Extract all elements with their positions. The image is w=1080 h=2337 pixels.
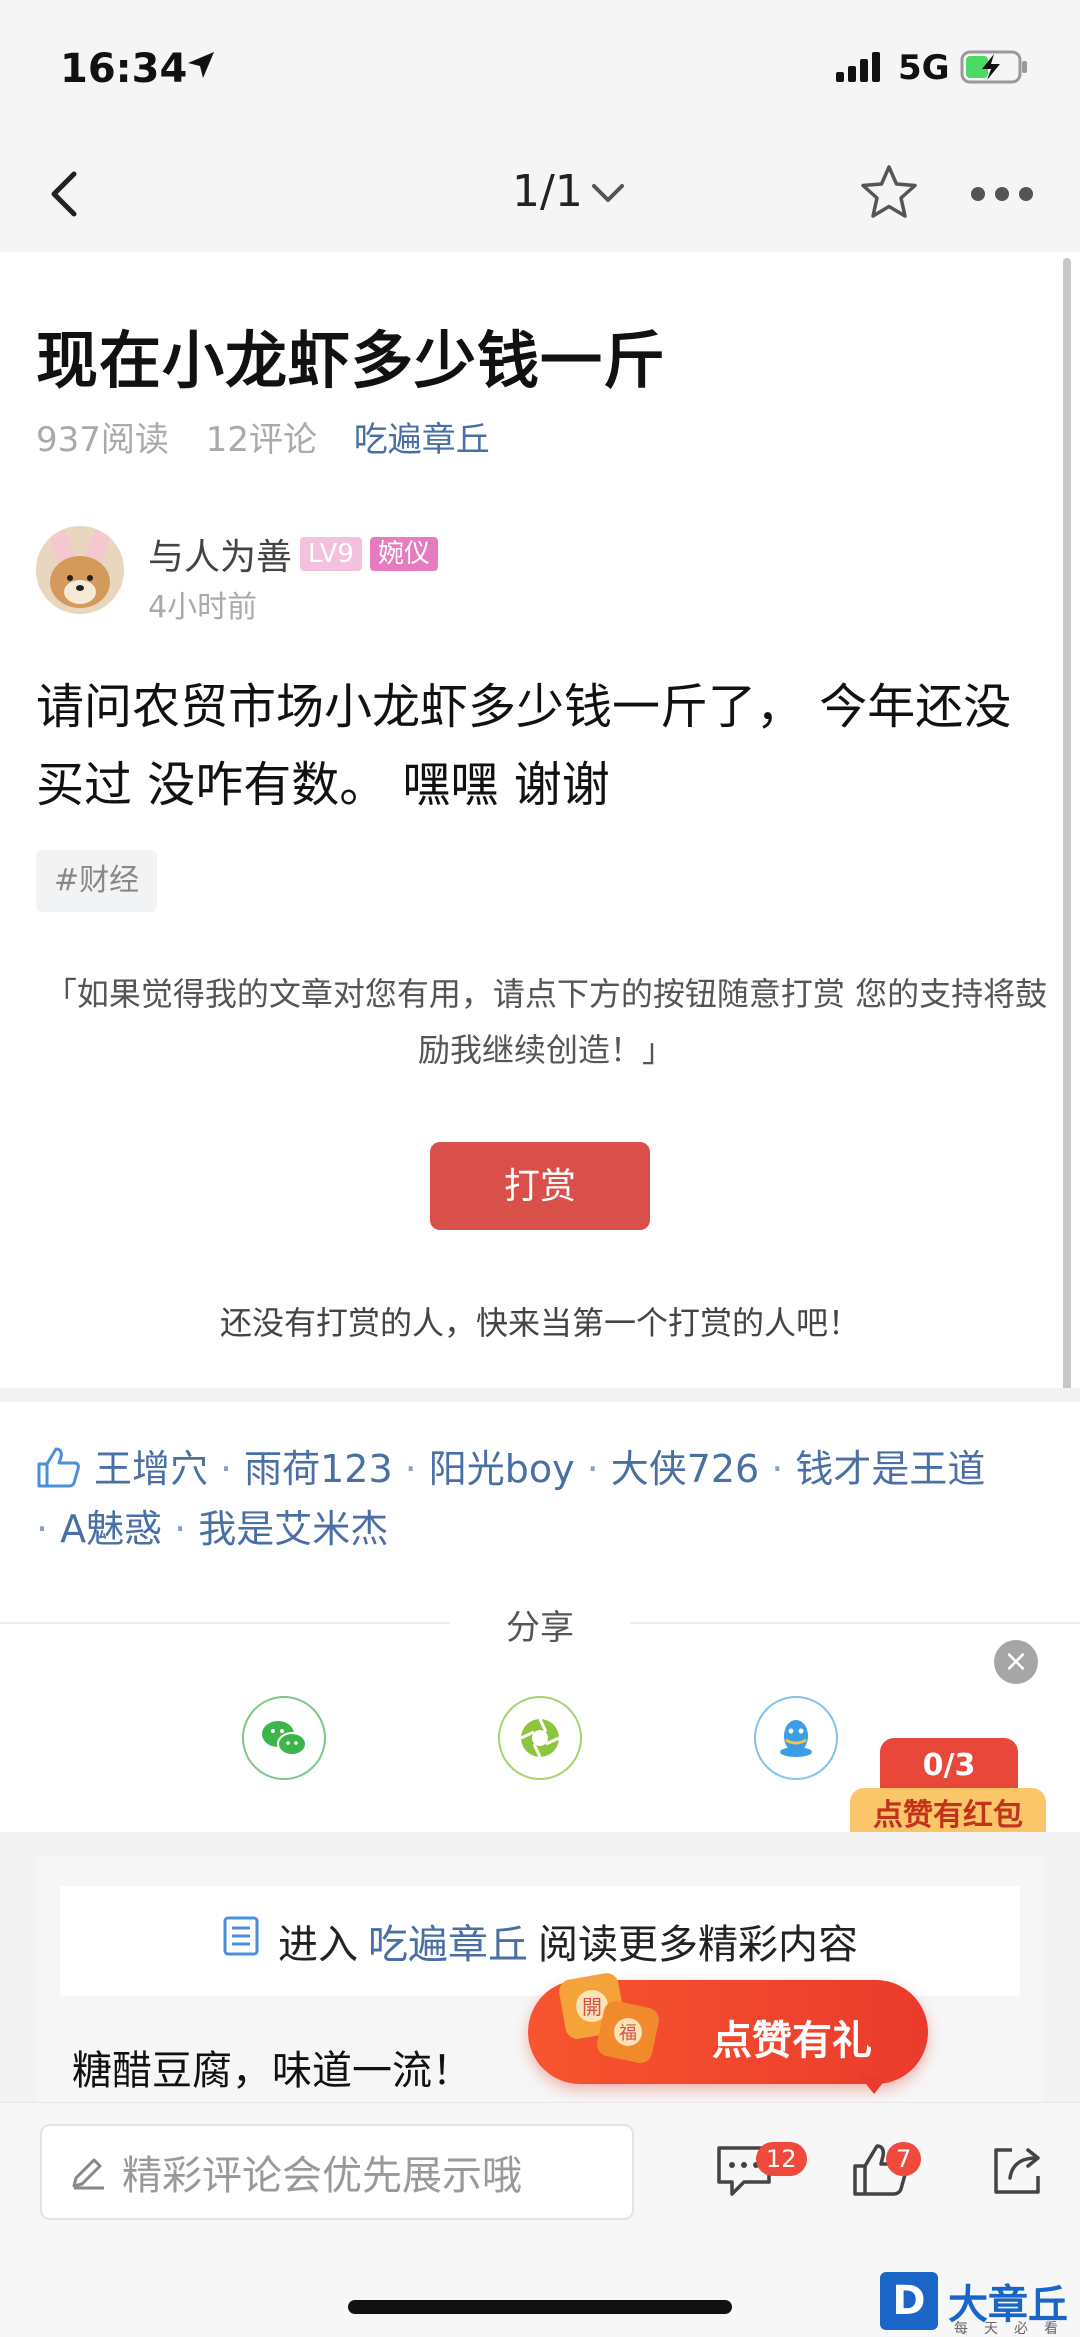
share-icon[interactable]: [990, 2142, 1046, 2202]
thumbs-up-icon: [36, 1446, 80, 1502]
gift-text-2: 福: [619, 2023, 637, 2044]
scrollbar[interactable]: [1063, 258, 1071, 1398]
tip-button[interactable]: 打赏: [430, 1142, 650, 1230]
recommended-post-title[interactable]: 糖醋豆腐，味道一流！: [72, 2038, 472, 2096]
liker-list: 王增穴 · 雨荷123 · 阳光boy · 大侠726 · 钱才是王道 · A魅惑 · 我是艾米杰: [36, 1442, 1046, 1556]
promo-tail: [858, 2074, 890, 2094]
liker-name[interactable]: 钱才是王道: [795, 1447, 985, 1491]
level-badge: LV9: [300, 537, 362, 571]
gift-text-1: 開: [582, 1995, 602, 2019]
separator-dot: ·: [174, 1507, 187, 1551]
post-time: 4小时前: [148, 590, 258, 625]
article-title: 现在小龙虾多少钱一斤: [36, 324, 667, 397]
location-arrow-icon: [186, 50, 216, 84]
like-reward-label[interactable]: 点赞有礼: [712, 2008, 872, 2066]
author-name[interactable]: 与人为善: [148, 528, 292, 580]
avatar[interactable]: [36, 526, 124, 614]
red-packet-progress[interactable]: 0/3: [880, 1738, 1018, 1794]
author-row: 与人为善 LV9 婉仪: [148, 528, 438, 580]
tip-note: 「如果觉得我的文章对您有用，请点下方的按钮随意打赏 您的支持将鼓励我继续创造！」: [44, 975, 1048, 1069]
separator-dot: ·: [771, 1447, 784, 1491]
separator-dot: ·: [36, 1507, 49, 1551]
liker-name[interactable]: 我是艾米杰: [198, 1507, 388, 1551]
separator-dot: ·: [586, 1447, 599, 1491]
wechat-icon[interactable]: [242, 1696, 326, 1780]
top-nav-bar: 1/1: [0, 140, 1080, 252]
favorite-star-icon[interactable]: [858, 162, 920, 228]
separator-dot: ·: [220, 1447, 233, 1491]
liker-name[interactable]: 大侠726: [611, 1447, 760, 1491]
comment-input[interactable]: 精彩评论会优先展示哦: [40, 2124, 634, 2220]
qq-icon[interactable]: [754, 1696, 838, 1780]
role-badge: 婉仪: [369, 537, 438, 571]
page-indicator[interactable]: 1/1: [512, 166, 583, 217]
gift-icon: 開 福: [548, 1964, 678, 2074]
like-count-badge: 7: [886, 2142, 922, 2176]
share-label: 分享: [450, 1600, 630, 1649]
recommend-category-link[interactable]: 吃遍章丘: [368, 1912, 528, 1970]
liker-name[interactable]: 雨荷123: [244, 1447, 393, 1491]
liker-name[interactable]: 王增穴: [94, 1447, 208, 1491]
article-body: 请问农贸市场小龙虾多少钱一斤了， 今年还没买过 没咋有数。 嘿嘿 谢谢: [36, 679, 1012, 813]
watermark-logo: D: [880, 2272, 938, 2330]
enter-prefix: 进入: [278, 1922, 358, 1968]
chevron-down-icon[interactable]: [590, 182, 626, 210]
liker-name[interactable]: 阳光boy: [429, 1447, 575, 1491]
watermark-slogan: 每天必看: [954, 2321, 1074, 2337]
more-options-icon[interactable]: [970, 186, 1034, 206]
section-divider: [0, 1388, 1080, 1402]
back-icon[interactable]: [38, 164, 98, 224]
enter-suffix: 阅读更多精彩内容: [538, 1922, 858, 1968]
document-icon: [222, 1915, 260, 1967]
read-count: 937阅读: [36, 420, 169, 460]
comment-count-badge: 12: [756, 2142, 807, 2176]
tip-empty-text: 还没有打赏的人，快来当第一个打赏的人吧！: [219, 1304, 860, 1342]
home-indicator: [348, 2300, 732, 2314]
topic-tag[interactable]: #财经: [36, 850, 158, 912]
pencil-icon: [68, 2150, 108, 2194]
article-meta: 937阅读 12评论 吃遍章丘: [36, 412, 516, 461]
comment-count: 12评论: [205, 420, 317, 460]
moments-icon[interactable]: [498, 1696, 582, 1780]
separator-dot: ·: [404, 1447, 417, 1491]
battery-charging-icon: [960, 50, 1030, 88]
cellular-signal-icon: [836, 52, 886, 86]
watermark: D 大章丘 每天必看: [880, 2272, 1080, 2337]
status-bar: 16:34 5G: [0, 0, 1080, 140]
liker-name[interactable]: A魅惑: [60, 1507, 162, 1551]
status-time: 16:34: [60, 46, 188, 92]
close-icon[interactable]: ×: [994, 1640, 1038, 1684]
network-type: 5G: [898, 48, 950, 88]
category-link[interactable]: 吃遍章丘: [354, 420, 490, 460]
comment-placeholder: 精彩评论会优先展示哦: [122, 2153, 522, 2199]
